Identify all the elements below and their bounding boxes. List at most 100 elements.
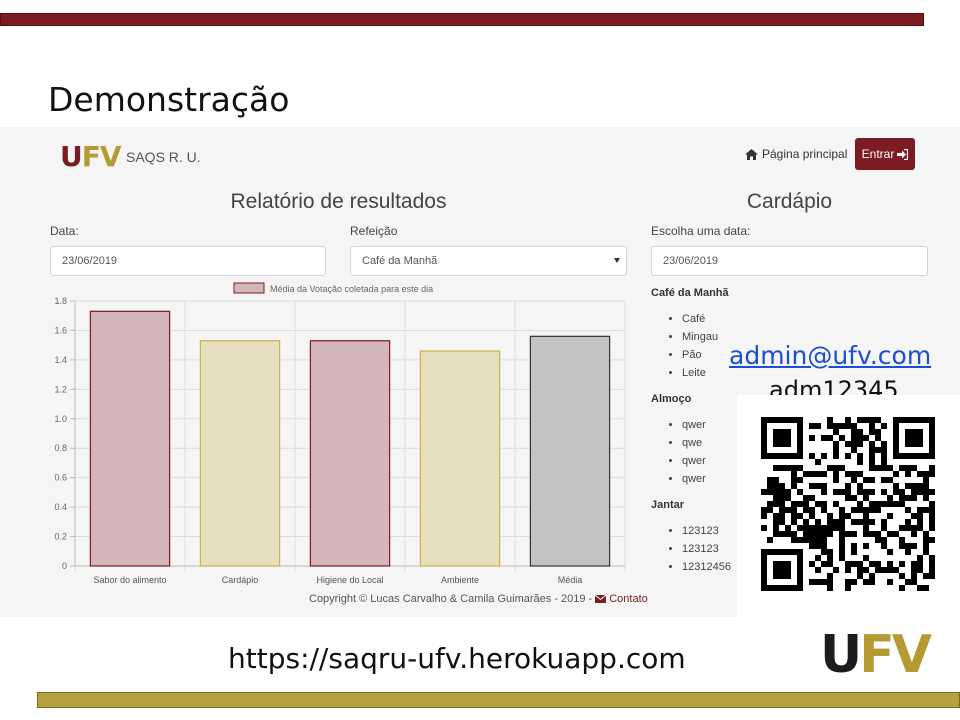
qr-module [809, 561, 815, 567]
top-accent-bar [0, 13, 924, 26]
qr-module [875, 447, 881, 453]
qr-module [845, 579, 851, 585]
qr-module [815, 423, 821, 429]
footer: Copyright © Lucas Carvalho & Camila Guim… [309, 593, 648, 605]
list-item: qwer [682, 416, 706, 434]
meal-label: Refeição [350, 224, 398, 238]
qr-module [809, 537, 815, 543]
qr-module [815, 537, 821, 543]
qr-module [803, 519, 809, 525]
qr-module [821, 471, 827, 477]
qr-module [899, 543, 905, 549]
contact-link[interactable]: Contato [595, 593, 648, 605]
qr-module [821, 531, 827, 537]
qr-module [845, 567, 851, 573]
qr-module [869, 465, 875, 471]
brand-logo[interactable]: UFV [60, 141, 122, 173]
qr-module [911, 561, 917, 567]
qr-module [809, 525, 815, 531]
qr-module [845, 585, 851, 591]
qr-module [833, 441, 839, 447]
qr-module [785, 489, 791, 495]
date-input[interactable]: 23/06/2019 [50, 246, 326, 276]
menu-date-input[interactable]: 23/06/2019 [651, 246, 928, 276]
qr-module [821, 453, 827, 459]
list-item: qwe [682, 434, 706, 452]
date-label: Data: [50, 224, 79, 238]
qr-module [839, 537, 845, 543]
qr-module [923, 573, 929, 579]
qr-module [887, 561, 893, 567]
qr-module [821, 483, 827, 489]
y-tick-label: 1.8 [54, 296, 67, 306]
qr-module [923, 531, 929, 537]
qr-module [833, 423, 839, 429]
qr-module [857, 573, 863, 579]
y-tick-label: 0.2 [54, 532, 67, 542]
qr-module [827, 525, 833, 531]
qr-module [881, 489, 887, 495]
y-tick-label: 1.6 [54, 325, 67, 335]
brand-name[interactable]: SAQS R. U. [126, 149, 201, 165]
qr-module [833, 453, 839, 459]
qr-module [923, 507, 929, 513]
bar [89, 310, 171, 567]
qr-module [827, 549, 833, 555]
menu-date-label: Escolha uma data: [651, 224, 751, 238]
qr-module [887, 513, 893, 519]
qr-module [851, 423, 857, 429]
qr-module [929, 567, 935, 573]
qr-module [881, 423, 887, 429]
qr-module [851, 543, 857, 549]
qr-module [803, 471, 809, 477]
qr-module [773, 495, 779, 501]
bar [419, 350, 501, 567]
qr-module [833, 489, 839, 495]
qr-module [881, 519, 887, 525]
qr-module [839, 555, 845, 561]
qr-module [809, 483, 815, 489]
qr-code [737, 395, 960, 618]
list-item: Café [682, 310, 718, 328]
qr-module [917, 519, 923, 525]
qr-module [851, 471, 857, 477]
x-tick-label: Cardápio [222, 575, 259, 585]
qr-module [839, 435, 845, 441]
qr-module [773, 477, 779, 483]
qr-module [893, 531, 899, 537]
qr-module [791, 519, 797, 525]
qr-module [815, 501, 821, 507]
login-email[interactable]: admin@ufv.com [729, 341, 931, 370]
qr-module [821, 543, 827, 549]
chevron-down-icon [614, 258, 620, 263]
qr-module [881, 567, 887, 573]
qr-module [809, 435, 815, 441]
meal-select[interactable]: Café da Manhã [350, 246, 627, 276]
qr-module [851, 549, 857, 555]
qr-module [851, 579, 857, 585]
qr-module [833, 447, 839, 453]
app-url[interactable]: https://saqru-ufv.herokuapp.com [228, 642, 686, 675]
qr-module [863, 477, 869, 483]
nav-home-label: Página principal [762, 147, 848, 161]
qr-module [845, 531, 851, 537]
qr-module [911, 465, 917, 471]
qr-module [839, 513, 845, 519]
qr-module [881, 537, 887, 543]
qr-module [767, 489, 773, 495]
results-chart: Média da Votação coletada para este dia 0… [45, 280, 627, 600]
qr-module [929, 507, 935, 513]
qr-module [779, 513, 785, 519]
qr-module [869, 507, 875, 513]
nav-home-link[interactable]: Página principal [745, 147, 847, 161]
qr-module [839, 525, 845, 531]
qr-module [899, 525, 905, 531]
qr-module [821, 501, 827, 507]
navbar: UFV SAQS R. U. Página principal Entrar [0, 127, 960, 182]
qr-module [863, 507, 869, 513]
qr-module [911, 579, 917, 585]
login-button[interactable]: Entrar [855, 138, 915, 170]
qr-module [869, 423, 875, 429]
qr-module [815, 531, 821, 537]
qr-module [821, 537, 827, 543]
